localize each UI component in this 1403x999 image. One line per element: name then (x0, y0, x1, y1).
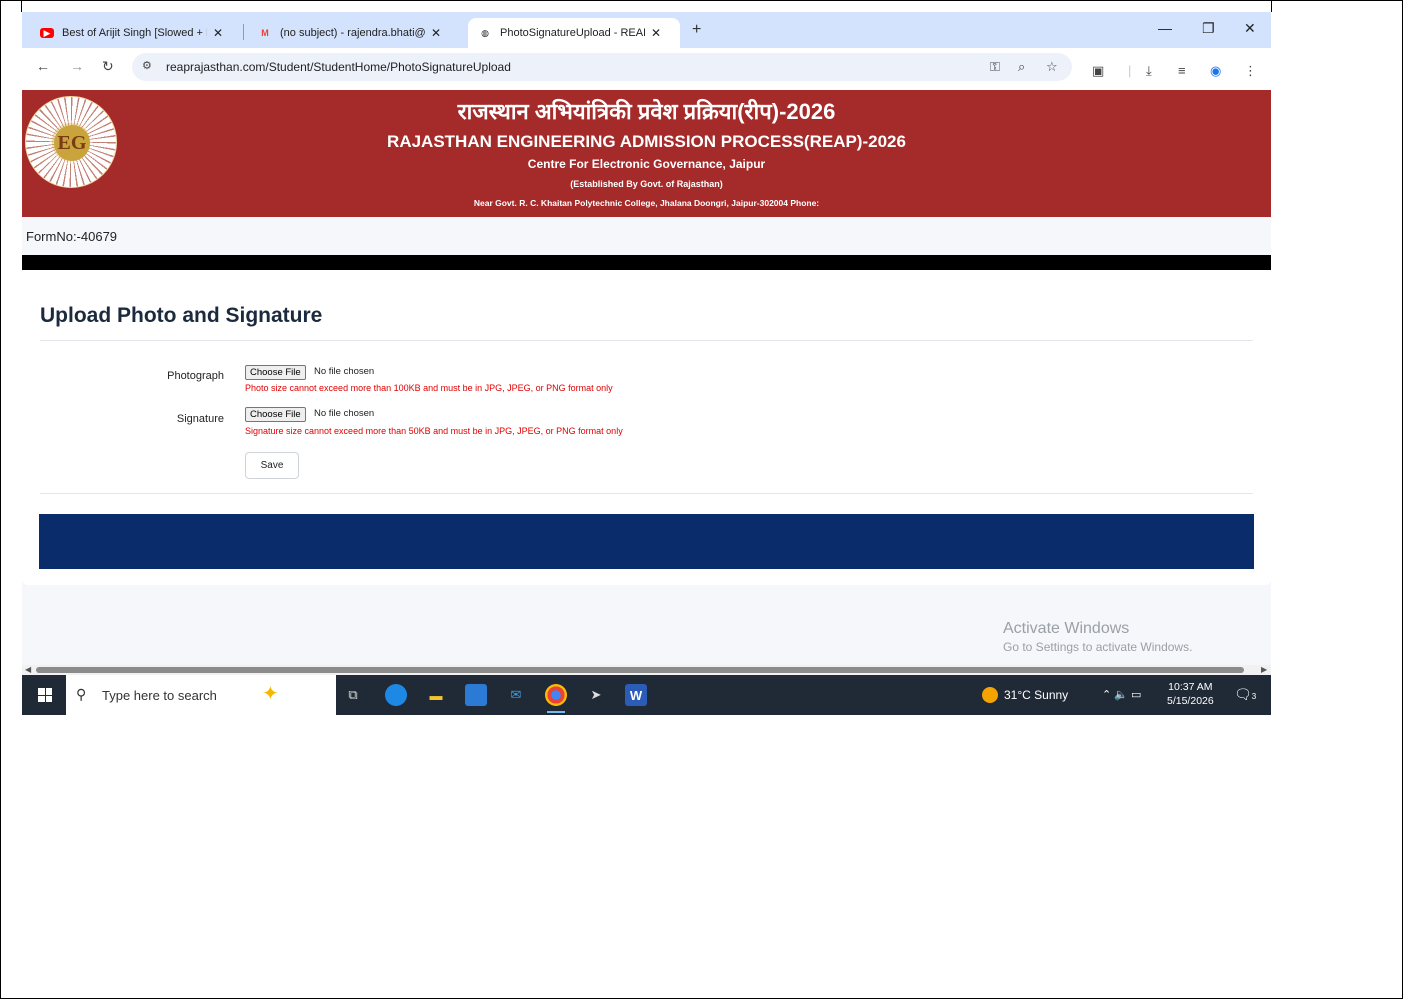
horizontal-scrollbar[interactable]: ◀ ▶ (22, 665, 1271, 675)
notification-count: 3 (1251, 692, 1257, 701)
english-title: RAJASTHAN ENGINEERING ADMISSION PROCESS(… (387, 132, 906, 151)
scanner-icon[interactable]: ➤ (585, 684, 607, 706)
notification-icon[interactable]: 🗨3 (1234, 686, 1256, 703)
restore-icon[interactable]: ❐ (1202, 20, 1215, 37)
new-tab-button[interactable]: + (692, 21, 701, 39)
centre-name: Centre For Electronic Governance, Jaipur (527, 157, 766, 171)
tab-photosignature[interactable]: ◍ PhotoSignatureUpload - REAP- ✕ (468, 18, 680, 48)
weather-widget[interactable]: 31°C Sunny (982, 687, 1068, 703)
tab-youtube[interactable]: ▶ Best of Arijit Singh [Slowed + R ✕ (30, 18, 233, 48)
tab-title: (no subject) - rajendra.bhati@s (280, 27, 425, 39)
close-icon[interactable]: ✕ (213, 26, 223, 40)
download-icon[interactable]: ⤓ (1146, 63, 1152, 79)
time-text: 10:37 AM (1168, 681, 1213, 693)
mail-icon[interactable]: ✉ (505, 684, 527, 706)
tab-separator (243, 24, 244, 40)
menu-icon[interactable]: ⋮ (1244, 63, 1257, 79)
photograph-label: Photograph (167, 370, 224, 382)
scroll-right-icon[interactable]: ▶ (1261, 665, 1267, 674)
black-bar (22, 255, 1271, 270)
activate-windows-watermark: Activate Windows Go to Settings to activ… (1003, 620, 1193, 654)
clock[interactable]: 10:37 AM 5/15/2026 (1167, 680, 1214, 708)
page-content: EG राजस्थान अभियांत्रिकी प्रवेश प्रक्रिय… (22, 90, 1271, 668)
photograph-file-status: No file chosen (314, 366, 375, 377)
forward-icon[interactable]: → (70, 58, 84, 74)
signature-label: Signature (176, 413, 224, 425)
gmail-icon: M (261, 28, 269, 38)
signature-choose-file-button[interactable]: Choose File (245, 407, 306, 422)
upload-card: Upload Photo and Signature Photograph Ch… (22, 270, 1271, 585)
zoom-icon[interactable]: ⌕ (1018, 59, 1025, 75)
star-icon[interactable]: ☆ (1046, 59, 1058, 75)
frame-line (21, 0, 22, 12)
date-text: 5/15/2026 (1167, 695, 1214, 707)
close-icon[interactable]: ✕ (651, 26, 661, 40)
youtube-icon: ▶ (40, 28, 54, 38)
signature-file-status: No file chosen (314, 408, 375, 419)
windows-start-icon[interactable] (38, 688, 52, 702)
reload-icon[interactable]: ↻ (102, 58, 114, 75)
minimize-icon[interactable]: — (1158, 20, 1172, 36)
chrome-icon[interactable] (545, 684, 567, 713)
sun-icon (982, 687, 998, 703)
address-bar[interactable]: ⚙ reaprajasthan.com/Student/StudentHome/… (132, 53, 1072, 81)
site-settings-icon[interactable]: ⚙ (142, 59, 152, 72)
scrollbar-thumb[interactable] (36, 667, 1244, 673)
word-icon[interactable]: W (625, 684, 647, 706)
photograph-choose-file-button[interactable]: Choose File (245, 365, 306, 380)
system-tray[interactable]: ⌃ 🔈 ▭ (1102, 688, 1141, 701)
scroll-left-icon[interactable]: ◀ (25, 665, 31, 674)
site-header: EG राजस्थान अभियांत्रिकी प्रवेश प्रक्रिय… (22, 90, 1271, 217)
screenshot: ▶ Best of Arijit Singh [Slowed + R ✕ M (… (22, 12, 1271, 715)
search-placeholder: Type here to search (102, 688, 217, 703)
reading-mode-icon[interactable]: ▣ (1092, 63, 1104, 79)
divider (40, 493, 1253, 494)
photograph-size-note: Photo size cannot exceed more than 100KB… (245, 383, 613, 393)
key-icon[interactable]: ⚿ (990, 59, 1000, 75)
address-line: Near Govt. R. C. Khaitan Polytechnic Col… (473, 198, 820, 208)
established-note: (Established By Govt. of Rajasthan) (570, 179, 723, 189)
media-icon[interactable]: ≡ (1178, 63, 1186, 78)
footer-band (39, 514, 1254, 569)
sparkle-icon[interactable]: ✦ (262, 681, 279, 706)
taskbar-search[interactable]: ⚲ Type here to search ✦ (66, 675, 336, 715)
weather-text: 31°C Sunny (1004, 688, 1069, 702)
tab-strip: ▶ Best of Arijit Singh [Slowed + R ✕ M (… (22, 12, 1271, 48)
store-icon[interactable] (465, 684, 487, 706)
tab-title: Best of Arijit Singh [Slowed + R (62, 27, 207, 39)
address-toolbar: ← → ↻ ⚙ reaprajasthan.com/Student/Studen… (22, 48, 1271, 86)
page-title: Upload Photo and Signature (40, 304, 323, 327)
windows-taskbar: ⚲ Type here to search ✦ ⧉ ▬ ✉ ➤ W 31°C S… (22, 675, 1271, 715)
save-button[interactable]: Save (245, 452, 299, 479)
tab-title: PhotoSignatureUpload - REAP- (500, 27, 645, 39)
back-icon[interactable]: ← (36, 58, 50, 74)
form-number: FormNo:-40679 (26, 229, 118, 244)
close-icon[interactable]: ✕ (431, 26, 441, 40)
task-view-icon[interactable]: ⧉ (342, 684, 364, 706)
globe-icon: ◍ (481, 27, 489, 38)
hindi-title: राजस्थान अभियांत्रिकी प्रवेश प्रक्रिया(र… (457, 99, 836, 124)
tab-gmail[interactable]: M (no subject) - rajendra.bhati@s ✕ (248, 18, 451, 48)
profile-icon[interactable]: ◉ (1210, 63, 1221, 79)
signature-size-note: Signature size cannot exceed more than 5… (245, 426, 623, 436)
search-icon: ⚲ (76, 686, 87, 702)
file-explorer-icon[interactable]: ▬ (425, 684, 447, 706)
divider (40, 340, 1253, 341)
frame-line (1271, 0, 1272, 12)
url-text: reaprajasthan.com/Student/StudentHome/Ph… (166, 60, 511, 74)
edge-icon[interactable] (385, 684, 407, 706)
toolbar-divider: | (1128, 63, 1132, 78)
close-window-icon[interactable]: ✕ (1244, 20, 1256, 37)
